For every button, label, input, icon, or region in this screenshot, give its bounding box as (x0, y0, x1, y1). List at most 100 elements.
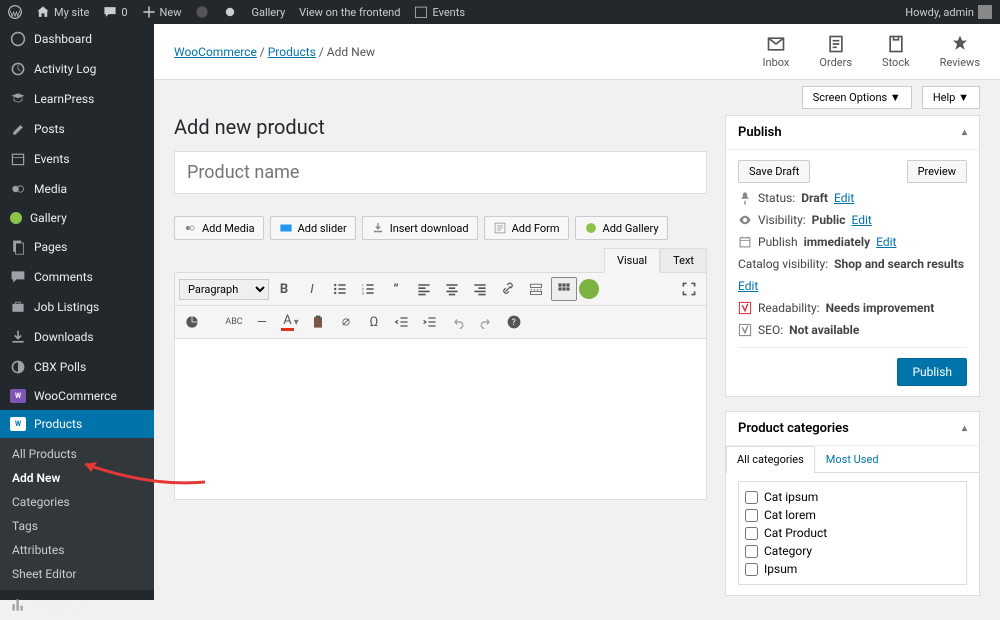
category-item[interactable]: Cat lorem (745, 506, 960, 524)
preview-button[interactable]: Preview (907, 160, 967, 183)
indent-icon[interactable] (417, 310, 443, 334)
textcolor-icon[interactable]: A▾ (277, 310, 303, 334)
help-button[interactable]: Help ▼ (922, 86, 980, 109)
save-draft-button[interactable]: Save Draft (738, 160, 810, 183)
add-gallery-button[interactable]: Add Gallery (575, 216, 668, 240)
undo-icon[interactable] (445, 310, 471, 334)
pie-icon[interactable] (179, 310, 205, 334)
edit-status-link[interactable]: Edit (834, 191, 854, 205)
publish-button[interactable]: Publish (897, 358, 967, 386)
category-checkbox[interactable] (745, 509, 758, 522)
tab-text[interactable]: Text (660, 248, 707, 272)
gallery-link[interactable]: Gallery (251, 6, 285, 19)
screen-options-button[interactable]: Screen Options ▼ (802, 86, 912, 109)
howdy-link[interactable]: Howdy, admin (905, 5, 992, 19)
topicon-inbox[interactable]: Inbox (763, 34, 790, 69)
submenu-sheet-editor[interactable]: Sheet Editor (0, 562, 154, 586)
sidebar-item-learnpress[interactable]: LearnPress (0, 84, 154, 114)
italic-icon[interactable]: I (299, 277, 325, 301)
topicon-reviews[interactable]: Reviews (940, 34, 980, 69)
outdent-icon[interactable] (389, 310, 415, 334)
sidebar-item-events[interactable]: Events (0, 144, 154, 174)
comments-link[interactable]: 0 (103, 5, 127, 19)
tab-most-used[interactable]: Most Used (815, 446, 890, 472)
sidebar-item-products[interactable]: WProducts (0, 410, 154, 438)
sidebar-item-woocommerce[interactable]: WWooCommerce (0, 382, 154, 410)
sidebar-item-dashboard[interactable]: Dashboard (0, 24, 154, 54)
paste-icon[interactable] (305, 310, 331, 334)
sidebar-item-media[interactable]: Media (0, 174, 154, 204)
align-center-icon[interactable] (439, 277, 465, 301)
fullscreen-icon[interactable] (676, 277, 702, 301)
topicon-orders[interactable]: Orders (819, 34, 852, 69)
sidebar-item-polls[interactable]: CBX Polls (0, 352, 154, 382)
new-link[interactable]: New (142, 5, 182, 19)
bar-dot-icon[interactable] (223, 5, 237, 19)
editor-body[interactable] (175, 339, 706, 499)
category-item[interactable]: Cat Product (745, 524, 960, 542)
category-item[interactable]: Ipsum (745, 560, 960, 578)
crumb-products[interactable]: Products (268, 45, 316, 59)
add-form-button[interactable]: Add Form (484, 216, 569, 240)
category-item[interactable]: Cat ipsum (745, 488, 960, 506)
wp-logo[interactable] (8, 5, 22, 19)
tab-visual[interactable]: Visual (604, 248, 660, 273)
align-left-icon[interactable] (411, 277, 437, 301)
number-list-icon[interactable]: 123 (355, 277, 381, 301)
crumb-woocommerce[interactable]: WooCommerce (174, 45, 257, 59)
sidebar-item-jobs[interactable]: Job Listings (0, 292, 154, 322)
site-link[interactable]: My site (36, 5, 89, 19)
sidebar-item-analytics[interactable]: Analytics (0, 590, 154, 620)
clear-icon[interactable] (333, 310, 359, 334)
submenu-attributes[interactable]: Attributes (0, 538, 154, 562)
categories-box-header[interactable]: Product categories▴ (726, 412, 979, 446)
specialchar-icon[interactable]: Ω (361, 310, 387, 334)
product-name-input[interactable] (174, 151, 707, 194)
category-checkbox[interactable] (745, 545, 758, 558)
redo-icon[interactable] (473, 310, 499, 334)
edit-visibility-link[interactable]: Edit (851, 213, 871, 227)
category-checkbox[interactable] (745, 491, 758, 504)
hr-icon[interactable]: — (249, 310, 275, 334)
add-media-button[interactable]: Add Media (174, 216, 264, 240)
submenu-all-products[interactable]: All Products (0, 442, 154, 466)
sidebar-item-activity[interactable]: Activity Log (0, 54, 154, 84)
yoast-bar-icon[interactable] (195, 5, 209, 19)
chevron-up-icon: ▴ (962, 127, 967, 138)
sidebar-item-pages[interactable]: Pages (0, 232, 154, 262)
events-link[interactable]: Events (414, 5, 465, 19)
topicon-stock[interactable]: Stock (882, 34, 910, 69)
category-item[interactable]: Category (745, 542, 960, 560)
bullet-list-icon[interactable] (327, 277, 353, 301)
readmore-icon[interactable] (523, 277, 549, 301)
publish-box: Publish▴ Save Draft Preview Status: Draf… (725, 115, 980, 397)
toolbar-toggle-icon[interactable] (551, 277, 577, 301)
edit-catalog-link[interactable]: Edit (738, 279, 758, 293)
link-icon[interactable] (495, 277, 521, 301)
submenu-tags[interactable]: Tags (0, 514, 154, 538)
category-list[interactable]: Cat ipsum Cat lorem Cat Product Category… (738, 481, 967, 585)
sidebar-item-comments[interactable]: Comments (0, 262, 154, 292)
insert-download-button[interactable]: Insert download (362, 216, 478, 240)
shortcode-icon[interactable] (579, 279, 599, 299)
categories-box: Product categories▴ All categories Most … (725, 411, 980, 596)
align-right-icon[interactable] (467, 277, 493, 301)
sidebar-item-posts[interactable]: Posts (0, 114, 154, 144)
add-slider-button[interactable]: Add slider (270, 216, 356, 240)
sidebar-item-gallery[interactable]: Gallery (0, 204, 154, 232)
bold-icon[interactable]: B (271, 277, 297, 301)
category-checkbox[interactable] (745, 563, 758, 576)
frontend-link[interactable]: View on the frontend (299, 6, 400, 19)
format-select[interactable]: Paragraph (179, 279, 269, 300)
edit-schedule-link[interactable]: Edit (876, 235, 896, 249)
tab-all-categories[interactable]: All categories (726, 446, 815, 473)
help-icon[interactable]: ? (501, 310, 527, 334)
category-checkbox[interactable] (745, 527, 758, 540)
strike-icon[interactable]: ABC (221, 310, 247, 334)
quote-icon[interactable]: “ (383, 277, 409, 301)
submenu-categories[interactable]: Categories (0, 490, 154, 514)
sidebar-item-downloads[interactable]: Downloads (0, 322, 154, 352)
publish-box-header[interactable]: Publish▴ (726, 116, 979, 150)
submenu-add-new[interactable]: Add New (0, 466, 154, 490)
breadcrumb: WooCommerce / Products / Add New (174, 45, 375, 59)
